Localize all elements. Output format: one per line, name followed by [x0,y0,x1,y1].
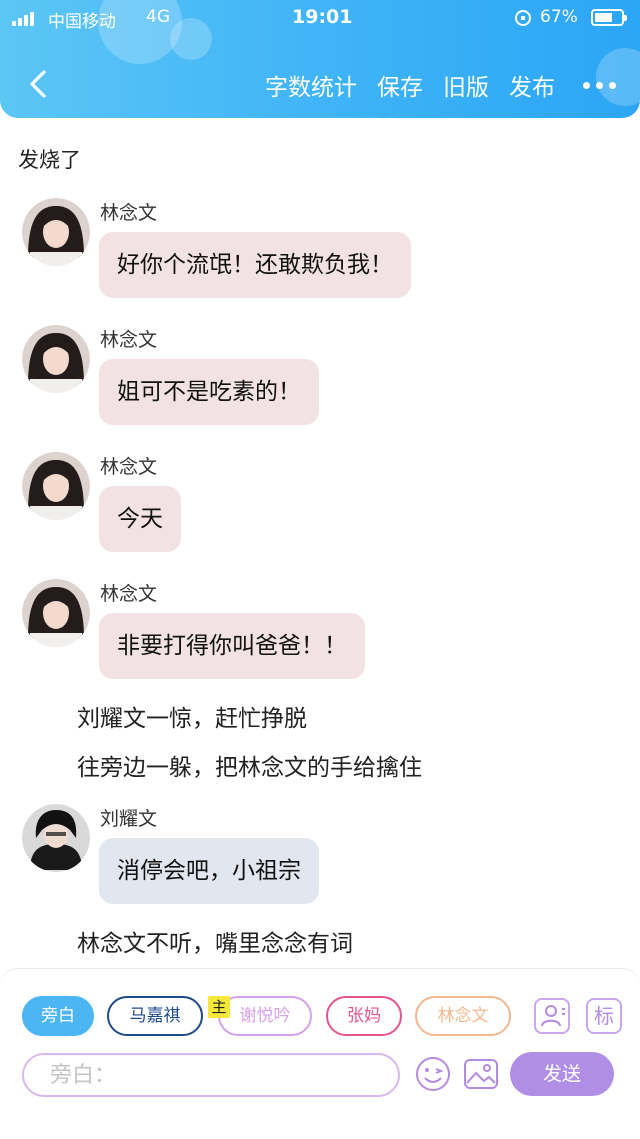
speaker-name: 林念文 [100,456,158,478]
avatar[interactable] [22,325,90,393]
message-bubble[interactable]: 好你个流氓！还敢欺负我！ [99,232,411,298]
avatar[interactable] [22,804,90,872]
status-bar: 中国移动 4G 19:01 67% [0,0,640,36]
carrier-name: 中国移动 [48,12,116,32]
chapter-title: 发烧了 [18,148,81,172]
host-badge: 主 [208,996,230,1018]
header-bar: 中国移动 4G 19:01 67% 字数统计 保存 旧版 发布 [0,0,640,118]
message-bubble[interactable]: 姐可不是吃素的！ [99,359,319,425]
battery-icon [591,9,627,26]
speaker-name: 林念文 [100,202,158,224]
avatar[interactable] [22,198,90,266]
save-button[interactable]: 保存 [377,68,423,102]
image-icon[interactable] [462,1055,500,1093]
message-bubble[interactable]: 非要打得你叫爸爸！！ [99,613,365,679]
role-chip-lin-nianwen[interactable]: 林念文 [415,996,511,1036]
avatar[interactable] [22,452,90,520]
message-input[interactable] [22,1053,400,1097]
role-chip-xie-yueyin[interactable]: 谢悦吟 [218,996,312,1036]
speaker-name: 刘耀文 [100,808,158,830]
narration-text[interactable]: 刘耀文一惊，赶忙挣脱 [77,699,307,733]
publish-button[interactable]: 发布 [509,68,555,102]
back-icon[interactable] [20,64,60,104]
tag-button[interactable]: 标 [586,998,622,1034]
role-chip-narrator[interactable]: 旁白 [22,996,94,1036]
nav-actions: 字数统计 保存 旧版 发布 [245,68,616,102]
chat-area[interactable]: 发烧了 林念文 好你个流氓！还敢欺负我！ 林念文 姐可不是吃素的！ 林念文 今天… [0,118,640,968]
smiley-icon[interactable] [414,1055,452,1093]
battery-percent: 67% [540,7,578,27]
word-count-button[interactable]: 字数统计 [265,68,357,102]
narration-text[interactable]: 林念文不听，嘴里念念有词 [77,924,353,958]
old-version-button[interactable]: 旧版 [443,68,489,102]
narration-text[interactable]: 往旁边一躲，把林念文的手给擒住 [77,748,422,782]
battery-fill [595,13,612,22]
role-chip-zhang-ma[interactable]: 张妈 [326,996,402,1036]
more-dots-icon[interactable] [583,81,616,89]
status-time: 19:01 [292,6,353,28]
speaker-name: 林念文 [100,583,158,605]
avatar[interactable] [22,579,90,647]
person-card-icon[interactable] [534,998,570,1034]
speaker-name: 林念文 [100,329,158,351]
message-bubble[interactable]: 消停会吧，小祖宗 [99,838,319,904]
signal-icon [12,10,34,26]
message-bubble[interactable]: 今天 [99,486,181,552]
composer-panel: 旁白 马嘉祺 谢悦吟 主 张妈 林念文 标 发送 [0,968,640,1139]
network-type: 4G [146,7,170,27]
rotation-lock-icon [515,10,531,26]
send-button[interactable]: 发送 [510,1052,614,1096]
role-chip-ma-jiaqi[interactable]: 马嘉祺 [107,996,203,1036]
